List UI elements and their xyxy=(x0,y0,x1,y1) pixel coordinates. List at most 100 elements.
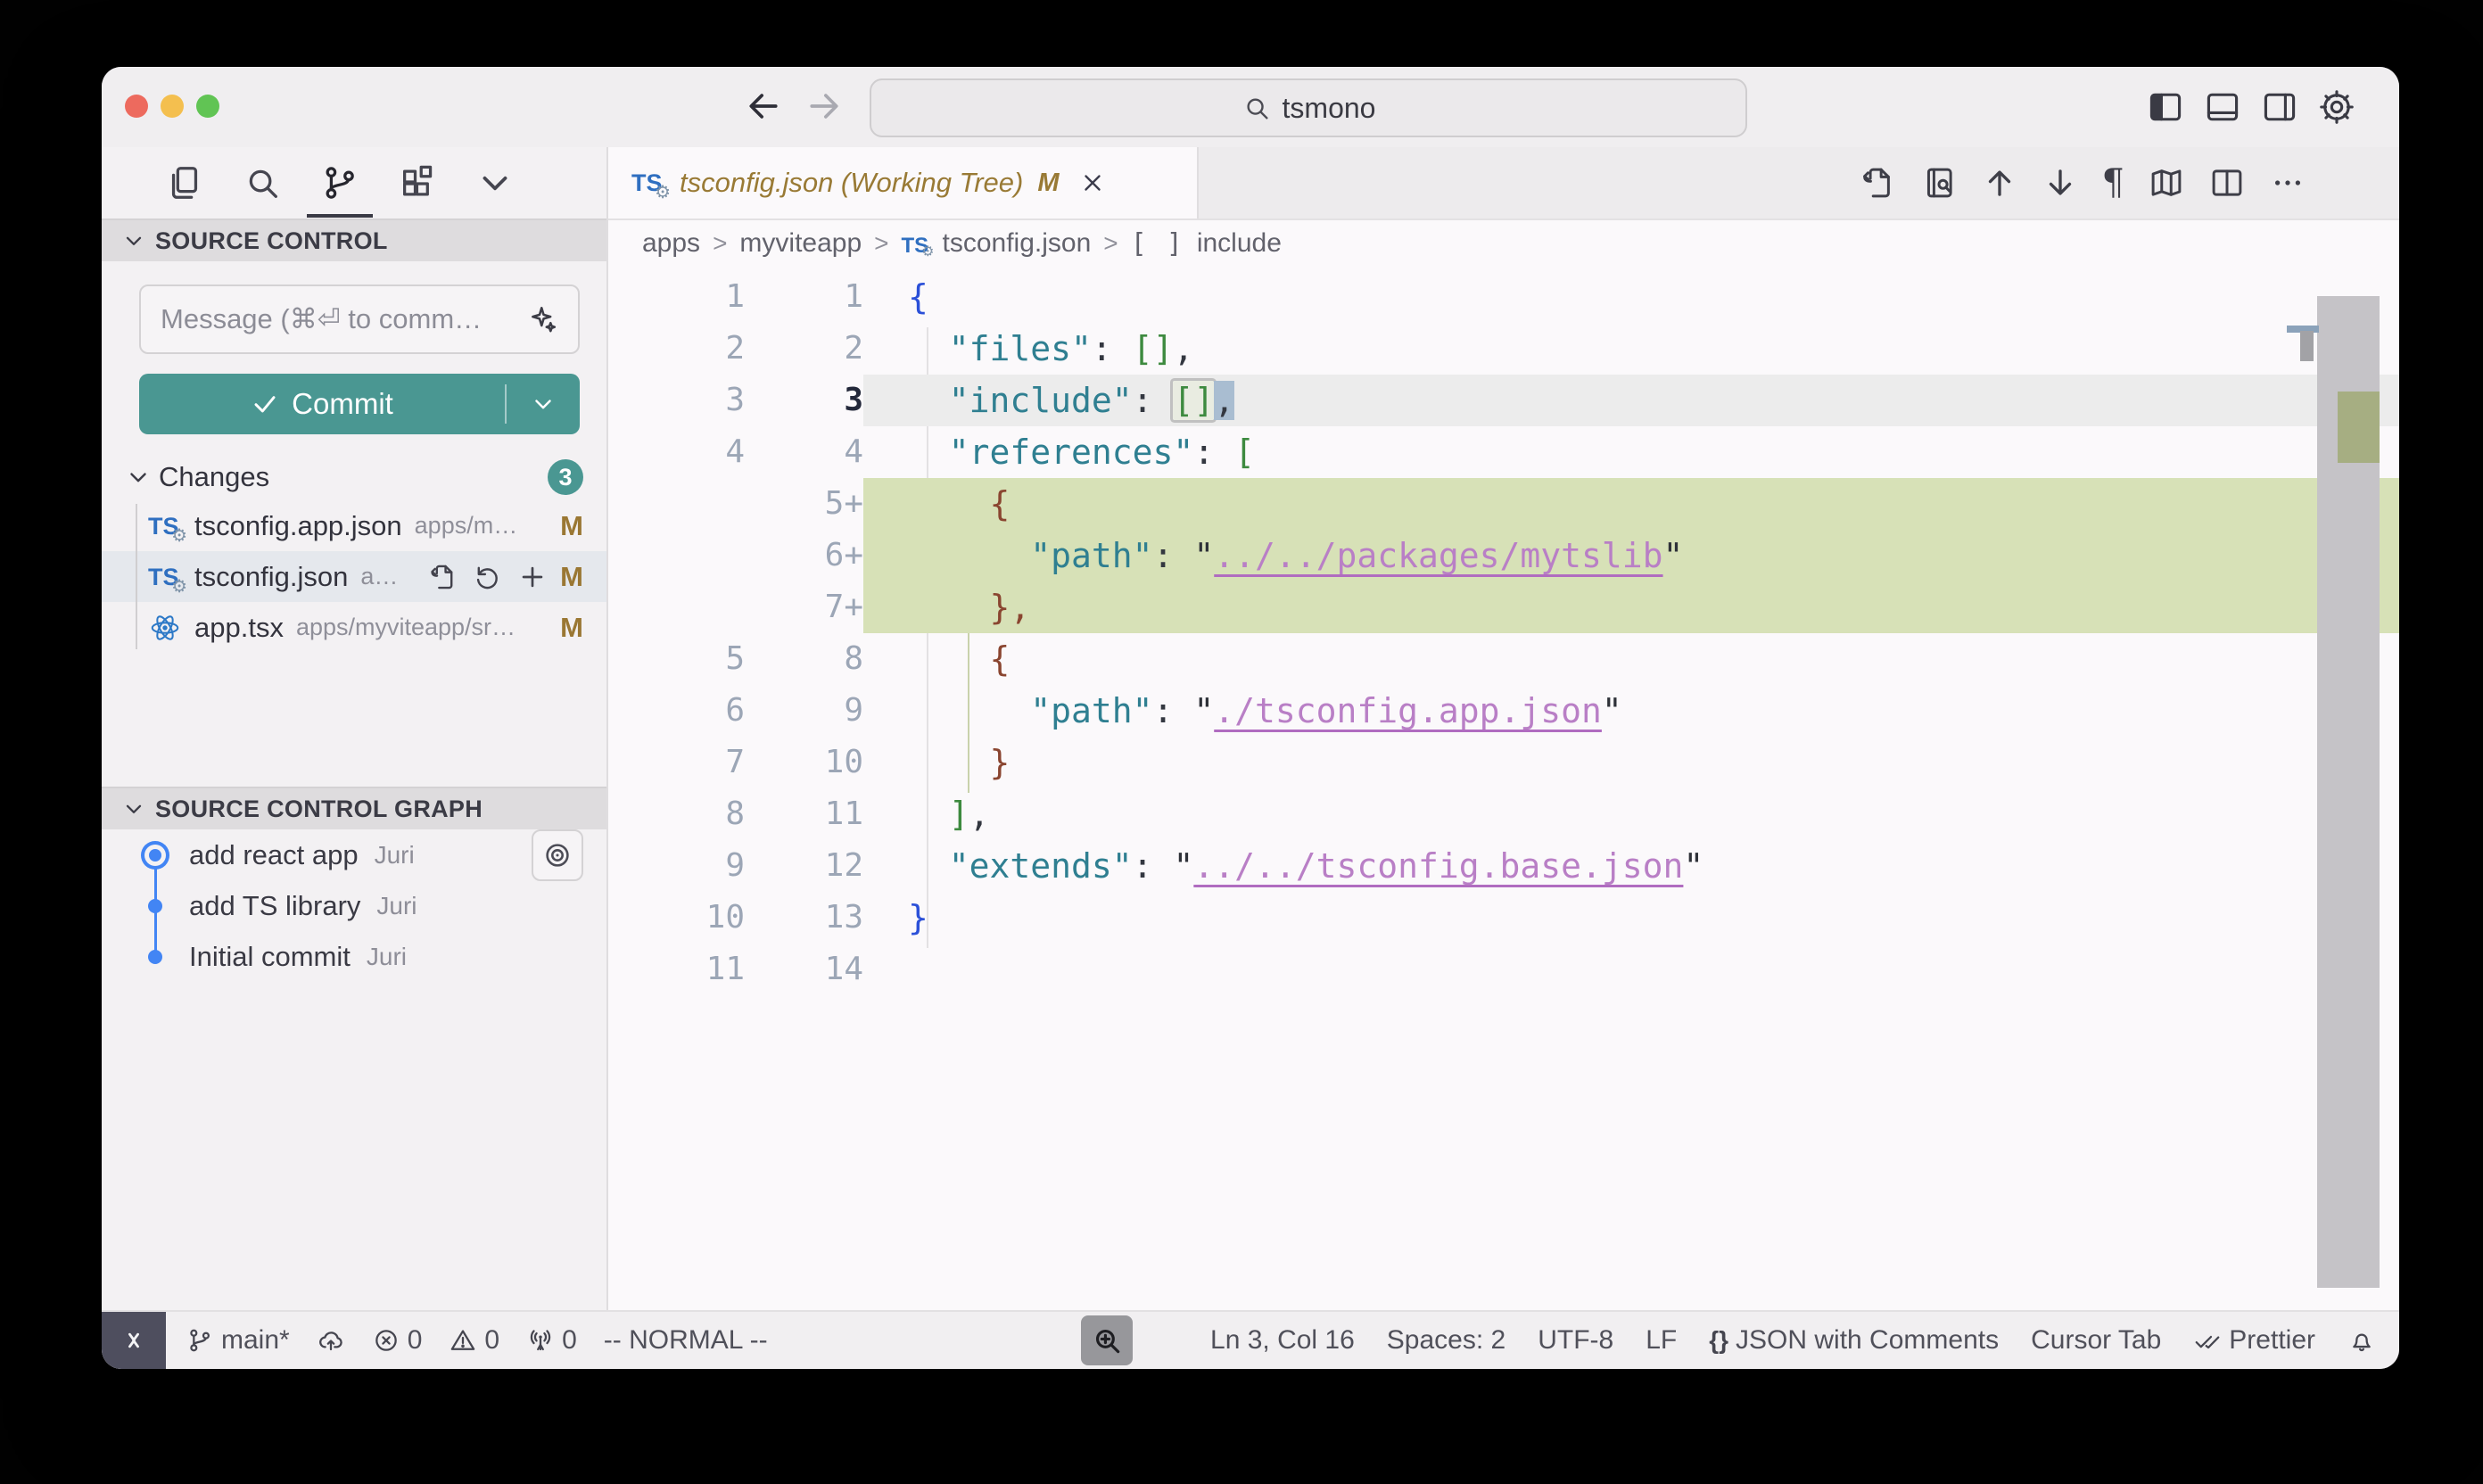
code-text: "files": [], xyxy=(863,323,2399,375)
code-token[interactable]: ./tsconfig.app.json xyxy=(1214,691,1602,730)
file-row-actions xyxy=(428,562,548,592)
status-item[interactable]: UTF-8 xyxy=(1538,1325,1613,1356)
commit-button-main[interactable]: Commit xyxy=(139,387,505,421)
forward-arrow-icon[interactable] xyxy=(804,87,844,126)
toggle-whitespace-icon[interactable]: ¶ xyxy=(2102,164,2124,202)
open-file-icon[interactable] xyxy=(428,562,458,592)
commit-row[interactable]: add TS libraryJuri xyxy=(102,880,606,931)
code-token: " xyxy=(1663,536,1684,575)
code-token: } xyxy=(908,898,928,937)
status-item[interactable]: Cursor Tab xyxy=(2031,1325,2161,1356)
status-item[interactable]: Spaces: 2 xyxy=(1387,1325,1505,1356)
code-token: "include" xyxy=(949,381,1133,420)
copilot-sparkle-icon[interactable] xyxy=(526,303,558,335)
chevron-down-icon xyxy=(121,228,146,253)
close-tab-icon[interactable] xyxy=(1079,169,1106,196)
code-token: " xyxy=(1193,691,1214,730)
code-line[interactable]: 22 "files": [], xyxy=(608,323,2399,375)
status-item[interactable]: {}JSON with Comments xyxy=(1709,1325,1999,1356)
remote-icon xyxy=(119,1325,149,1356)
breadcrumb-item[interactable]: myviteapp xyxy=(739,228,862,259)
changed-file-row[interactable]: TS⚙tsconfig.app.jsonapps/m…M xyxy=(102,500,606,551)
status-item[interactable]: main* xyxy=(186,1325,290,1356)
original-line-number xyxy=(608,478,745,530)
status-item[interactable]: LF xyxy=(1646,1325,1677,1356)
remote-indicator[interactable] xyxy=(102,1312,166,1369)
source-control-section-header[interactable]: SOURCE CONTROL xyxy=(102,218,606,261)
commit-dropdown-button[interactable] xyxy=(507,391,580,417)
status-item[interactable]: 0 xyxy=(526,1325,577,1356)
breadcrumb-item[interactable]: tsconfig.json xyxy=(943,228,1092,259)
status-item[interactable]: Prettier xyxy=(2193,1325,2315,1356)
checkout-ref-button[interactable] xyxy=(532,829,583,881)
status-item[interactable]: 0 xyxy=(449,1325,499,1356)
status-item[interactable]: 0 xyxy=(372,1325,423,1356)
code-line[interactable]: 11{ xyxy=(608,271,2399,323)
code-line[interactable]: 69 "path": "./tsconfig.app.json" xyxy=(608,685,2399,737)
toggle-primary-sidebar-icon[interactable] xyxy=(2146,87,2185,127)
commit-message-input[interactable]: Message (⌘⏎ to comm… xyxy=(139,284,580,354)
explorer-icon[interactable] xyxy=(164,162,205,203)
commit-button[interactable]: Commit xyxy=(139,374,580,434)
stage-changes-icon[interactable] xyxy=(517,562,548,592)
minimize-window-button[interactable] xyxy=(161,95,184,118)
source-control-icon[interactable] xyxy=(319,162,360,203)
code-token[interactable]: ../../packages/mytslib xyxy=(1214,536,1662,575)
code-text: { xyxy=(863,478,2399,530)
changes-header[interactable]: Changes 3 xyxy=(102,454,606,500)
search-view-icon[interactable] xyxy=(242,162,283,203)
code-line[interactable]: 5+ { xyxy=(608,478,2399,530)
source-control-graph-header[interactable]: SOURCE CONTROL GRAPH xyxy=(102,787,606,829)
open-file-icon[interactable] xyxy=(1860,164,1897,202)
code-line[interactable]: 58 { xyxy=(608,633,2399,685)
command-center-search[interactable]: tsmono xyxy=(870,78,1747,137)
code-line[interactable]: 811 ], xyxy=(608,788,2399,840)
split-editor-icon[interactable] xyxy=(2208,164,2246,202)
commit-row[interactable]: add react appJuri xyxy=(102,829,606,880)
code-line[interactable]: 1013} xyxy=(608,892,2399,944)
discard-changes-icon[interactable] xyxy=(473,562,503,592)
code-line[interactable]: 6+ "path": "../../packages/mytslib" xyxy=(608,530,2399,581)
code-editor[interactable]: 11{22 "files": [],33 "include": [],44 "r… xyxy=(608,267,2399,1310)
maximize-window-button[interactable] xyxy=(196,95,219,118)
inline-view-icon[interactable] xyxy=(1920,164,1958,202)
previous-change-icon[interactable] xyxy=(1981,164,2018,202)
back-arrow-icon[interactable] xyxy=(744,87,783,126)
screenshot-zoom-lens-icon xyxy=(1081,1315,1133,1365)
extensions-icon[interactable] xyxy=(397,162,438,203)
code-line[interactable]: 7+ }, xyxy=(608,581,2399,633)
more-actions-icon[interactable] xyxy=(2269,164,2306,202)
code-line[interactable]: 33 "include": [], xyxy=(608,375,2399,426)
next-change-icon[interactable] xyxy=(2042,164,2079,202)
changed-file-row[interactable]: TS⚙tsconfig.jsona…M xyxy=(102,551,606,602)
changes-label: Changes xyxy=(159,461,269,493)
breadcrumb-item[interactable]: include xyxy=(1197,228,1282,259)
changes-count-badge: 3 xyxy=(548,459,583,495)
code-line[interactable]: 710 } xyxy=(608,737,2399,788)
changed-file-row[interactable]: app.tsxapps/myviteapp/sr…M xyxy=(102,602,606,653)
toggle-panel-icon[interactable] xyxy=(2203,87,2242,127)
code-line[interactable]: 912 "extends": "../../tsconfig.base.json… xyxy=(608,840,2399,892)
overview-added-lines-mark xyxy=(2338,392,2380,463)
tsconfig-file-icon: TS⚙ xyxy=(148,509,182,543)
status-item[interactable] xyxy=(2347,1326,2376,1355)
code-line[interactable]: 44 "references": [ xyxy=(608,426,2399,478)
code-token[interactable]: ../../tsconfig.base.json xyxy=(1193,846,1683,886)
status-item[interactable]: Ln 3, Col 16 xyxy=(1210,1325,1355,1356)
more-views-chevron-icon[interactable] xyxy=(474,162,516,203)
toggle-secondary-sidebar-icon[interactable] xyxy=(2260,87,2299,127)
status-item[interactable] xyxy=(317,1326,345,1355)
map-icon[interactable] xyxy=(2148,164,2185,202)
code-line[interactable]: 1114 xyxy=(608,944,2399,995)
breadcrumb-item[interactable]: apps xyxy=(642,228,700,259)
code-token xyxy=(908,329,949,368)
settings-gear-icon[interactable] xyxy=(2317,87,2356,127)
modified-line-number: 6+ xyxy=(745,530,863,581)
commit-row[interactable]: Initial commitJuri xyxy=(102,931,606,982)
status-item-label: 0 xyxy=(408,1325,423,1356)
tab-tsconfig-working-tree[interactable]: TS⚙ tsconfig.json (Working Tree) M xyxy=(608,147,1199,218)
close-window-button[interactable] xyxy=(125,95,148,118)
code-token: : xyxy=(1133,846,1174,886)
warning-triangle-icon xyxy=(449,1326,477,1355)
status-item[interactable]: -- NORMAL -- xyxy=(604,1325,768,1356)
